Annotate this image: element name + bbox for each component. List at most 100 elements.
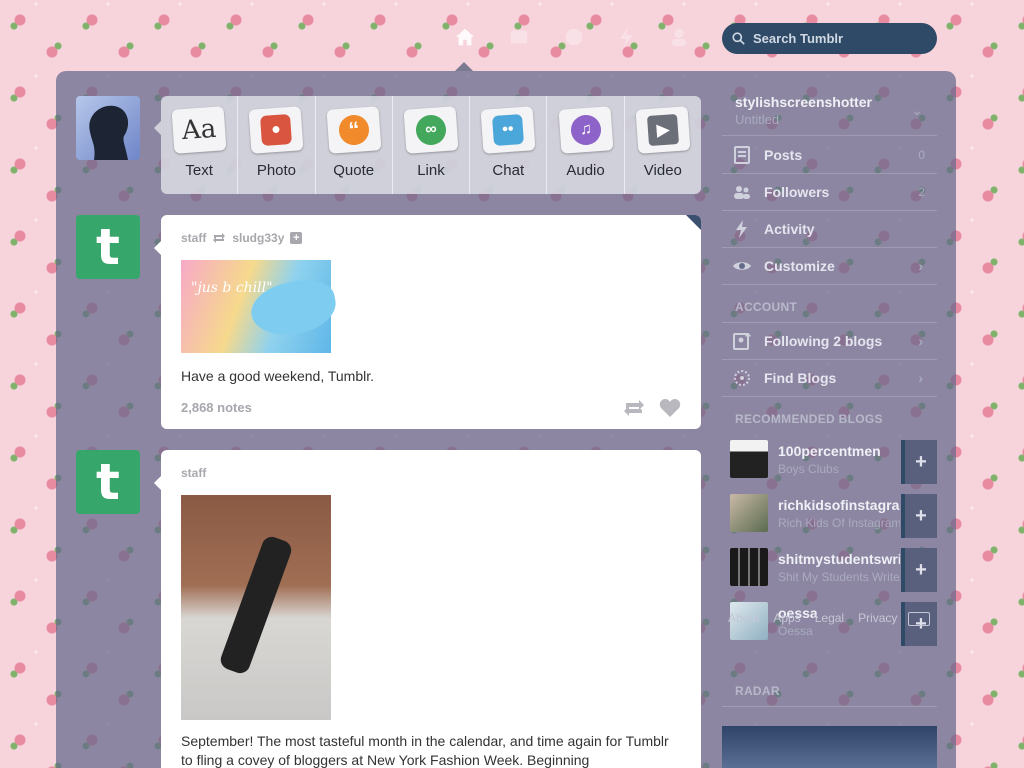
- post-type-text-button[interactable]: Aa Text: [161, 96, 239, 194]
- post-notch: [154, 476, 161, 490]
- chat-icon: ••: [480, 106, 536, 154]
- divider: [722, 706, 937, 707]
- post-image[interactable]: [181, 495, 331, 720]
- post-type-label: Audio: [566, 162, 605, 179]
- recommended-blog-desc: Boys Clubs: [778, 461, 839, 476]
- sidebar-item-followers[interactable]: Followers 2: [722, 173, 937, 210]
- sidebar-item-count: 2: [918, 185, 925, 199]
- recommended-blog-name: shitmystudentswrite: [778, 550, 900, 567]
- post-type-audio-button[interactable]: ♫ Audio: [547, 96, 625, 194]
- posts-icon: [734, 145, 750, 164]
- recommended-blog[interactable]: 100percentmen Boys Clubs +: [722, 432, 937, 486]
- activity-nav-icon[interactable]: [616, 26, 638, 48]
- post-corner-fold[interactable]: [686, 215, 701, 230]
- post-type-video-button[interactable]: ▶ Video: [625, 96, 701, 194]
- explore-icon[interactable]: [563, 26, 585, 48]
- blog-name: stylishscreenshotter: [735, 94, 872, 110]
- sidebar-item-label: Posts: [764, 146, 803, 163]
- keyboard-icon[interactable]: [908, 612, 930, 626]
- post-type-notch: [154, 121, 161, 135]
- chevron-right-icon: ›: [918, 333, 923, 349]
- radar-heading: RADAR: [735, 684, 780, 698]
- post-actions: [623, 398, 681, 418]
- post-type-chat-button[interactable]: •• Chat: [470, 96, 548, 194]
- sidebar-item-find-blogs[interactable]: Find Blogs ›: [722, 359, 937, 396]
- find-blogs-icon: [734, 370, 750, 386]
- recommended-blog-desc: Shit My Students Write: [778, 569, 900, 584]
- post-type-link-button[interactable]: ∞ Link: [393, 96, 471, 194]
- post-image[interactable]: "jus b chill": [181, 260, 340, 353]
- post-type-label: Chat: [492, 162, 525, 179]
- follow-button[interactable]: +: [901, 440, 937, 484]
- post-type-label: Text: [185, 162, 213, 179]
- post-card: staff September! The most tasteful month…: [161, 450, 701, 768]
- active-nav-indicator: [455, 62, 473, 71]
- post-type-label: Photo: [256, 162, 297, 179]
- blog-thumbnail: [730, 494, 768, 532]
- post-author[interactable]: staff: [181, 466, 206, 480]
- sidebar-item-activity[interactable]: Activity: [722, 210, 937, 247]
- radar-image[interactable]: [722, 726, 937, 768]
- chevron-right-icon: ›: [918, 258, 923, 274]
- user-avatar[interactable]: [76, 96, 140, 160]
- blog-thumbnail: [730, 548, 768, 586]
- follow-button[interactable]: +: [901, 494, 937, 538]
- inbox-icon[interactable]: [508, 26, 530, 48]
- footer-link-apps[interactable]: Apps: [773, 611, 800, 625]
- footer-link-about[interactable]: About: [728, 611, 759, 625]
- search-icon: [732, 32, 745, 45]
- sidebar-item-label: Followers: [764, 184, 830, 200]
- post-type-label: Quote: [333, 162, 375, 179]
- footer-link-privacy[interactable]: Privacy: [858, 611, 897, 625]
- blog-title: Untitled: [735, 112, 780, 127]
- sidebar-item-following[interactable]: Following 2 blogs ›: [722, 322, 937, 359]
- recommended-blog[interactable]: richkidsofinstagram Rich Kids Of Instagr…: [722, 486, 937, 540]
- recommended-blog-name: 100percentmen: [778, 442, 881, 459]
- following-icon: [733, 333, 751, 350]
- recommended-blog[interactable]: shitmystudentswrite Shit My Students Wri…: [722, 540, 937, 594]
- home-icon[interactable]: [454, 26, 476, 48]
- sidebar-item-label: Activity: [764, 221, 815, 237]
- post-body: September! The most tasteful month in th…: [181, 733, 669, 768]
- sidebar-item-posts[interactable]: Posts 0: [722, 136, 937, 173]
- audio-icon: ♫: [558, 106, 614, 154]
- eye-icon: [733, 262, 751, 270]
- sidebar: stylishscreenshotter Untitled ⌄ Posts 0 …: [722, 90, 937, 648]
- reblog-icon[interactable]: [623, 398, 645, 418]
- silhouette-icon: [89, 105, 129, 160]
- staff-avatar[interactable]: t: [76, 450, 140, 514]
- search-bar[interactable]: [722, 23, 937, 54]
- footer-link-legal[interactable]: Legal: [815, 611, 844, 625]
- post-type-quote-button[interactable]: “ Quote: [316, 96, 393, 194]
- post-author[interactable]: staff: [181, 231, 206, 245]
- search-input[interactable]: [753, 31, 913, 46]
- footer-links: About Apps Legal Privacy: [728, 611, 897, 625]
- post-notes[interactable]: 2,868 notes: [181, 400, 252, 415]
- heart-icon[interactable]: [659, 398, 681, 418]
- sidebar-item-customize[interactable]: Customize ›: [722, 247, 937, 284]
- followers-icon: [734, 186, 750, 199]
- post-type-bar: Aa Text ● Photo “ Quote ∞ Link •• Chat ♫…: [161, 96, 701, 194]
- follow-plus-icon[interactable]: +: [290, 232, 303, 244]
- chevron-down-icon: ⌄: [911, 102, 923, 118]
- recommended-blog-desc: Oessa: [778, 623, 813, 638]
- post-notch: [154, 241, 161, 255]
- staff-avatar[interactable]: t: [76, 215, 140, 279]
- blog-switcher[interactable]: stylishscreenshotter Untitled ⌄: [722, 90, 937, 136]
- recommended-heading: RECOMMENDED BLOGS: [735, 412, 883, 426]
- post-type-label: Link: [417, 162, 445, 179]
- post-type-photo-button[interactable]: ● Photo: [238, 96, 316, 194]
- blog-thumbnail: [730, 440, 768, 478]
- sidebar-item-count: 0: [918, 147, 925, 162]
- post-header: staff: [181, 466, 206, 480]
- link-icon: ∞: [403, 106, 459, 154]
- chevron-right-icon: ›: [918, 370, 923, 386]
- post-card: staff sludg33y + "jus b chill" Have a go…: [161, 215, 701, 429]
- video-icon: ▶: [635, 106, 691, 154]
- reblogged-from[interactable]: sludg33y: [232, 231, 284, 245]
- reblog-icon: [213, 233, 226, 243]
- account-icon[interactable]: [668, 26, 690, 48]
- recommended-blog-name: richkidsofinstagram: [778, 496, 900, 513]
- follow-button[interactable]: +: [901, 548, 937, 592]
- post-body: Have a good weekend, Tumblr.: [181, 368, 375, 384]
